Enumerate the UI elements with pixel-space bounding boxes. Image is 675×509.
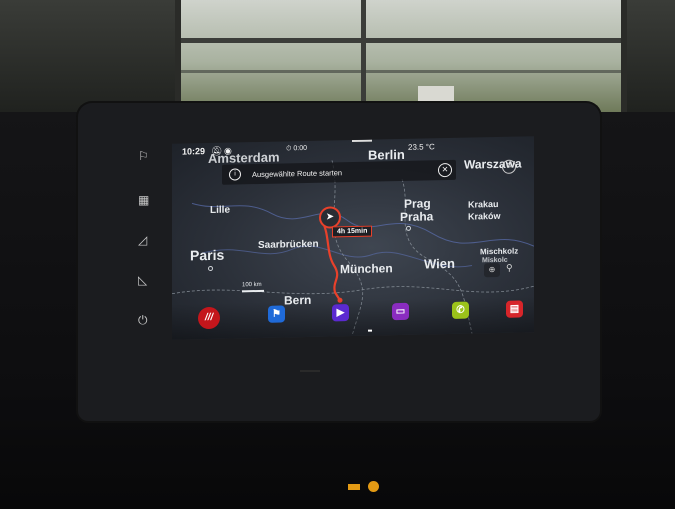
flag-app-icon[interactable]: ⚑ — [268, 305, 285, 323]
city-mischkolz: Mischkolz — [480, 246, 519, 257]
temperature: 23.5 °C — [408, 142, 435, 152]
layers-icon[interactable]: ⊕ — [484, 262, 500, 278]
toast-message: Ausgewählte Route starten — [252, 168, 343, 180]
city-praha: Praha — [400, 209, 434, 225]
flag-icon[interactable]: ⚐ — [138, 150, 149, 162]
scale-label: 100 km — [242, 281, 262, 289]
vent-slot — [300, 370, 320, 372]
city-paris: Paris — [190, 246, 225, 264]
city-muenchen: München — [340, 261, 393, 277]
clock: 10:29 — [182, 146, 206, 157]
media-app-icon[interactable]: ▶ — [332, 304, 349, 322]
power-icon[interactable]: ⏻ — [138, 314, 148, 326]
volume-down-icon[interactable]: ◺ — [138, 274, 147, 286]
city-saarbruecken: Saarbrücken — [258, 238, 319, 251]
close-icon[interactable]: ✕ — [438, 162, 452, 178]
city-krakau: Krakau — [468, 198, 499, 210]
city-krakow: Kraków — [468, 210, 501, 222]
indicator-light — [368, 481, 379, 492]
radio-app-icon[interactable]: ▭ — [392, 302, 409, 321]
city-lille: Lille — [210, 204, 231, 216]
navigation-screen[interactable]: 10:29 🔕︎ ◉ ⏱ 0:00 23.5 °C Amsterdam Berl… — [172, 136, 534, 340]
speed-app-icon[interactable]: /// — [198, 306, 220, 330]
app-dock: /// ⚑ ▶ ▭ ✆ ▤ — [172, 296, 534, 340]
city-wien: Wien — [424, 255, 455, 272]
poi-icon[interactable]: ⚲ — [506, 263, 513, 274]
volume-up-icon[interactable]: ◿ — [138, 234, 147, 246]
car-app-icon[interactable]: ▤ — [506, 300, 523, 318]
garage-window — [175, 0, 627, 112]
page-indicator — [368, 329, 372, 332]
phone-app-icon[interactable]: ✆ — [452, 301, 469, 319]
indicator-light — [348, 484, 360, 490]
console-indicators — [346, 480, 386, 494]
route-duration-label[interactable]: 4h 15min — [332, 225, 373, 238]
display-icon[interactable]: ▦ — [138, 194, 149, 206]
trip-timer: ⏱ 0:00 — [286, 144, 308, 153]
handle[interactable] — [352, 139, 372, 143]
info-icon: i — [229, 168, 241, 181]
